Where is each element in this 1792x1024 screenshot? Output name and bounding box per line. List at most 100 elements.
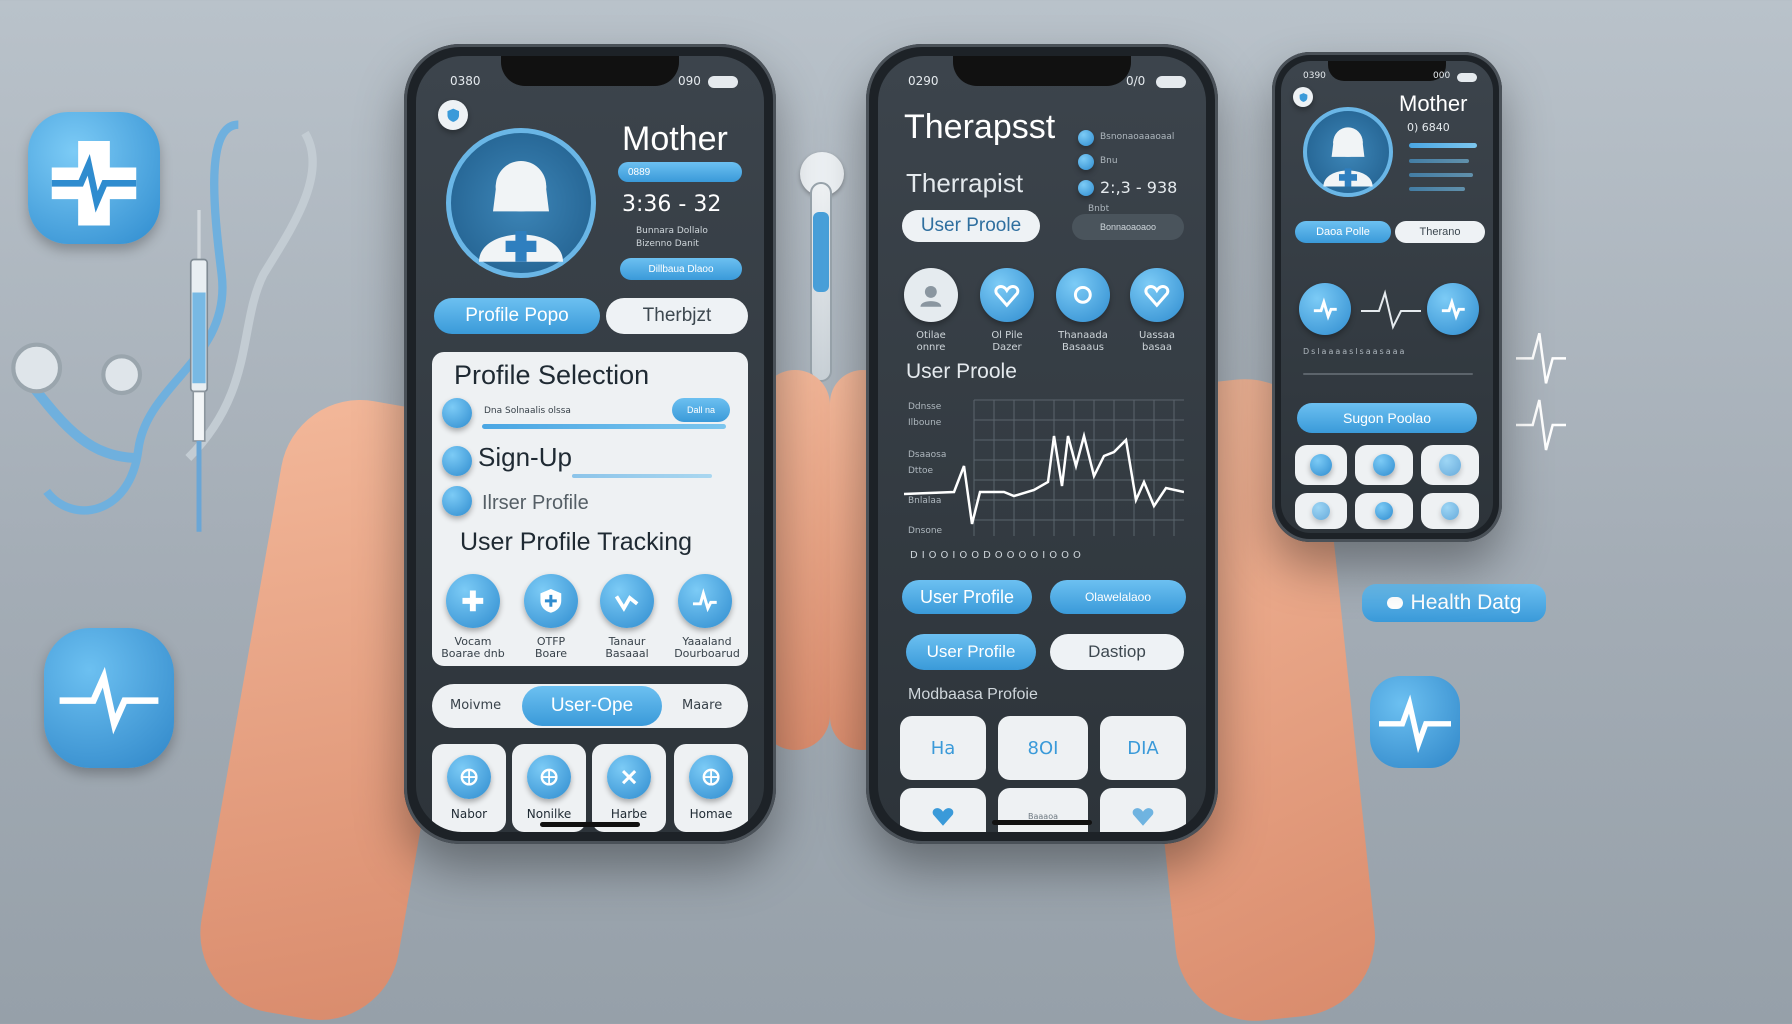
user-profile-button-label: User Proole	[920, 215, 1022, 236]
nurse-avatar-icon	[479, 161, 563, 262]
section-title: User Proole	[906, 360, 1017, 383]
action-button-4-label: Dastiop	[1088, 642, 1146, 661]
status-time: 0290	[908, 74, 939, 88]
ecg-line-right	[1516, 333, 1566, 451]
action-button-3[interactable]: User Profile	[906, 634, 1036, 670]
mother-avatar-small	[1303, 107, 1393, 197]
small-tile-3[interactable]	[1421, 445, 1479, 485]
status-right: 0/0	[1126, 74, 1146, 88]
info-row-3: 2:,3 - 938	[1100, 178, 1178, 197]
tracking-label-4: Yaaaland Dourboarud	[674, 635, 740, 660]
small-tab-2[interactable]: Therano	[1395, 221, 1485, 243]
health-data-chip[interactable]: Health Datg	[1362, 584, 1546, 622]
ecg-icon[interactable]	[1299, 283, 1351, 335]
therapist-title: Therapsst	[904, 108, 1056, 146]
tab-therapist-label: Therbjzt	[642, 305, 712, 326]
health-data-icon	[1386, 597, 1403, 609]
segment-3[interactable]: Maare	[682, 698, 722, 713]
small-sub: 0) 6840	[1407, 121, 1450, 134]
segment-2[interactable]: User-Ope	[522, 686, 662, 726]
small-tile-1[interactable]	[1295, 445, 1347, 485]
status-time: 0380	[450, 74, 481, 88]
small-button[interactable]: Sugon Poolao	[1297, 403, 1477, 433]
tab-therapist[interactable]: Therbjzt	[606, 298, 748, 334]
user-profile-button[interactable]: User Proole	[902, 210, 1040, 242]
heart-icon[interactable]	[1130, 268, 1184, 322]
mother-avatar	[446, 128, 596, 278]
action-button-3-label: User Profile	[926, 642, 1016, 661]
avatar-icon[interactable]	[904, 268, 958, 322]
info-chip: 0889	[618, 162, 742, 182]
small-tile-6[interactable]	[1421, 493, 1479, 529]
tile-1[interactable]: Ha	[900, 716, 986, 780]
ecg-tile-right	[1370, 676, 1460, 768]
tile-3-label: DIA	[1127, 737, 1159, 759]
tile-6[interactable]	[1100, 788, 1186, 832]
right-chip[interactable]: Bonnaoaoaoo	[1072, 214, 1184, 240]
info-line-2: Bizenno Danit	[636, 239, 699, 249]
grid-item-1[interactable]: Nabor	[432, 744, 506, 832]
health-data-label: Health Datg	[1410, 591, 1522, 614]
info-chip-2[interactable]: Dillbaua Dlaoo	[620, 258, 742, 280]
phone-mother: 0380 090 Mother 0889 3:36 - 32 Bunnara D…	[404, 44, 776, 844]
heart-icon[interactable]	[980, 268, 1034, 322]
tracking-shield-cross-icon[interactable]	[524, 574, 578, 628]
small-divider	[1303, 373, 1473, 375]
small-bar-2	[1409, 159, 1469, 163]
shield-icon[interactable]	[438, 100, 468, 130]
phone-therapist: 0290 0/0 Therapsst Therrapist Bsnonaoaaa…	[866, 44, 1218, 844]
info-chip-2-label: Dillbaua Dlaoo	[648, 263, 714, 275]
row1-button[interactable]: Dall na	[672, 398, 730, 422]
tab-profile[interactable]: Profile Popo	[434, 298, 600, 334]
tracking-ecg-icon[interactable]	[678, 574, 732, 628]
chart-axis: DIOOIOODOOOOIOOO	[910, 550, 1085, 561]
info-line-1: Bunnara Dollalo	[636, 226, 708, 236]
tile-icon	[1439, 454, 1461, 476]
home-indicator	[992, 820, 1092, 825]
segment-2-label: User-Ope	[550, 695, 634, 716]
tile-4[interactable]	[900, 788, 986, 832]
user-profile-icon	[442, 486, 472, 516]
tracking-cross-icon[interactable]	[446, 574, 500, 628]
tile-3[interactable]: DIA	[1100, 716, 1186, 780]
segment-1[interactable]: Moivme	[450, 698, 501, 713]
action-button-4[interactable]: Dastiop	[1050, 634, 1184, 670]
action-button-1[interactable]: User Profile	[902, 580, 1032, 614]
grid-item-4[interactable]: Homae	[674, 744, 748, 832]
tile-icon	[1310, 454, 1332, 476]
tile-icon	[1373, 454, 1395, 476]
signup-text[interactable]: Sign-Up	[478, 442, 572, 473]
ecg-icon[interactable]	[1427, 283, 1479, 335]
small-button-label: Sugon Poolao	[1343, 410, 1431, 426]
tile-icon	[1375, 502, 1393, 520]
heart-icon	[932, 808, 954, 826]
small-tab-1[interactable]: Daoa Polle	[1295, 221, 1391, 243]
info-row-2-icon	[1078, 154, 1094, 170]
profile-selection-panel: Profile Selection Dna Solnaalis olssa Da…	[432, 352, 748, 666]
ecg-icon	[1379, 694, 1451, 754]
tile-icon	[1312, 502, 1330, 520]
row1-button-label: Dall na	[686, 405, 715, 415]
shield-icon[interactable]	[1293, 87, 1313, 107]
ecg-icon	[59, 666, 159, 735]
small-tile-5[interactable]	[1355, 493, 1413, 529]
small-tile-4[interactable]	[1295, 493, 1347, 529]
action-button-2[interactable]: Olawelalaoo	[1050, 580, 1186, 614]
small-caption: Dslaaaaslsaasaaa	[1303, 347, 1407, 356]
info-row-4: Bnbt	[1088, 204, 1110, 214]
avatar-label-4: Uassaa basaa	[1138, 330, 1176, 353]
grid-item-2[interactable]: Nonilke	[512, 744, 586, 832]
grid-item-3[interactable]: Harbe	[592, 744, 666, 832]
list-title: Modbaasa Profoie	[908, 686, 1038, 703]
grid-item-4-label: Homae	[689, 807, 733, 821]
info-row-3-icon	[1078, 180, 1094, 196]
ring-icon[interactable]	[1056, 268, 1110, 322]
tile-5[interactable]: Baaaoa	[998, 788, 1088, 832]
phone-therapist-screen: 0290 0/0 Therapsst Therrapist Bsnonaoaaa…	[878, 56, 1206, 832]
small-tile-2[interactable]	[1355, 445, 1413, 485]
info-row-1: Bsnonaoaaaoaal	[1100, 132, 1175, 142]
tracking-heart-line-icon[interactable]	[600, 574, 654, 628]
small-bar-1	[1409, 143, 1477, 148]
tile-2[interactable]: 8OI	[998, 716, 1088, 780]
user-profile-text[interactable]: Ilrser Profile	[482, 492, 589, 515]
